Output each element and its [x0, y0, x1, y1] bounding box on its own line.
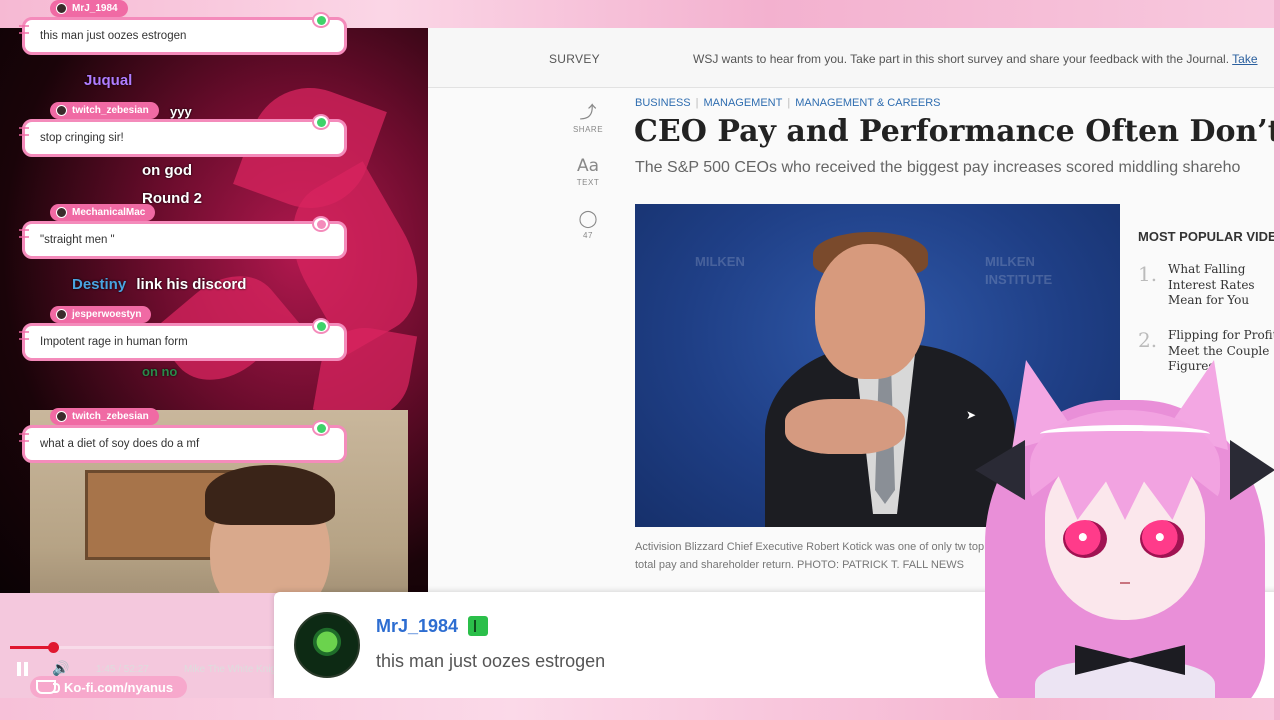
chat-text: stop cringing sir! — [40, 132, 124, 144]
survey-banner: SURVEY WSJ wants to hear from you. Take … — [428, 28, 1280, 88]
article-headline: CEO Pay and Performance Often Don’t Matc… — [634, 114, 1280, 149]
avatar-headband — [1040, 425, 1210, 443]
chat-bubble: stop cringing sir! — [19, 114, 347, 157]
list-icon — [19, 433, 29, 442]
user-avatar-icon — [56, 309, 67, 320]
kofi-link[interactable]: Ko-fi.com/nyanus — [30, 676, 188, 698]
user-avatar-icon — [56, 3, 67, 14]
featured-message-text: this man just oozes estrogen — [376, 651, 606, 671]
text-size-icon: Aa — [576, 156, 600, 176]
photo-subject-hands — [785, 399, 905, 454]
video-title: Mike The White Knig — [184, 664, 277, 675]
list-icon — [19, 331, 29, 340]
chat-badge-icon — [312, 12, 330, 28]
article-tools: ⤴ SHARE Aa TEXT ◯ 47 — [568, 98, 608, 262]
chat-text: Impotent rage in human form — [40, 336, 188, 348]
comment-count: 47 — [583, 231, 593, 240]
decorative-frame-right — [1274, 0, 1280, 720]
pause-icon[interactable] — [16, 662, 30, 676]
comments-tool[interactable]: ◯ 47 — [568, 209, 608, 240]
streamer-hair — [205, 465, 335, 525]
volume-icon[interactable]: 🔊 — [52, 660, 69, 677]
chat-bubble: Impotent rage in human form — [19, 318, 347, 361]
photo-caption: Activision Blizzard Chief Executive Robe… — [635, 541, 1012, 571]
chat-username-pill: twitch_zebesian — [50, 102, 159, 119]
article-subheadline: The S&P 500 CEOs who received the bigges… — [635, 159, 1241, 176]
video-progress-knob[interactable] — [47, 642, 59, 653]
chat-badge-icon — [312, 318, 330, 334]
video-time: 1:45 / 52:27 — [96, 664, 149, 675]
chat-text: what a diet of soy does do a mf — [40, 438, 200, 450]
chat-message: twitch_zebesian what a diet of soy does … — [19, 408, 347, 463]
chat-username-pill: MrJ_1984 — [50, 0, 128, 17]
list-icon — [19, 127, 29, 136]
text-size-tool[interactable]: Aa TEXT — [568, 156, 608, 187]
chat-badge-icon — [312, 216, 330, 232]
list-icon — [19, 25, 29, 34]
chat-text: "straight men " — [40, 234, 115, 246]
user-avatar — [294, 612, 360, 678]
background-chat-line: Destiny link his discord — [72, 276, 247, 293]
chat-text: this man just oozes estrogen — [40, 30, 187, 42]
user-avatar-icon — [56, 105, 67, 116]
chat-message: MrJ_1984 this man just oozes estrogen — [19, 0, 347, 55]
photo-signage: INSTITUTE — [985, 272, 1053, 287]
survey-text: WSJ wants to hear from you. Take part in… — [693, 52, 1258, 66]
chat-message: twitch_zebesian stop cringing sir! — [19, 102, 347, 157]
chat-bubble: this man just oozes estrogen — [19, 12, 347, 55]
list-icon — [19, 229, 29, 238]
most-popular-title: MOST POPULAR VIDEO — [1138, 229, 1280, 244]
coffee-cup-icon — [36, 680, 60, 694]
comment-icon: ◯ — [578, 209, 598, 229]
photo-signage: MILKEN — [985, 254, 1035, 269]
chat-username-pill: MechanicalMac — [50, 204, 156, 221]
chat-bubble: what a diet of soy does do a mf — [19, 420, 347, 463]
chat-username-pill: twitch_zebesian — [50, 408, 159, 425]
chat-message: MechanicalMac "straight men " — [19, 204, 347, 259]
video-progress-fill — [10, 646, 53, 649]
kofi-text: Ko-fi.com/nyanus — [64, 679, 174, 695]
breadcrumb-business[interactable]: BUSINESS — [635, 97, 691, 109]
survey-label: SURVEY — [549, 52, 600, 66]
avatar-eye — [1140, 520, 1184, 558]
chat-badge-icon — [312, 114, 330, 130]
background-chat-line: on no — [142, 364, 178, 379]
breadcrumb-management[interactable]: MANAGEMENT — [704, 97, 783, 109]
breadcrumb: BUSINESS | MANAGEMENT | MANAGEMENT & CAREERS — [635, 97, 941, 109]
photo-signage: MILKEN — [695, 254, 745, 269]
chat-username-pill: jesperwoestyn — [50, 306, 152, 323]
featured-username: MrJ_1984 — [376, 616, 459, 636]
chat-message: jesperwoestyn Impotent rage in human for… — [19, 306, 347, 361]
share-tool[interactable]: ⤴ SHARE — [568, 98, 608, 134]
photo-subject-face — [815, 244, 925, 379]
background-chat-line: on god — [142, 162, 192, 179]
neck-ribbon — [1075, 640, 1185, 680]
user-avatar-icon — [56, 411, 67, 422]
user-avatar-icon — [56, 207, 67, 218]
decorative-frame-bottom — [0, 698, 1280, 720]
avatar-eye — [1063, 520, 1107, 558]
vtuber-avatar — [975, 360, 1275, 720]
subscriber-badge-icon — [468, 616, 488, 636]
background-chat-line: Juqual — [84, 72, 133, 89]
avatar-mouth — [1120, 582, 1130, 584]
share-icon: ⤴ — [579, 103, 597, 123]
breadcrumb-management-careers[interactable]: MANAGEMENT & CAREERS — [795, 97, 940, 109]
chat-bubble: "straight men " — [19, 216, 347, 259]
chat-badge-icon — [312, 420, 330, 436]
survey-link[interactable]: Take — [1232, 52, 1257, 66]
